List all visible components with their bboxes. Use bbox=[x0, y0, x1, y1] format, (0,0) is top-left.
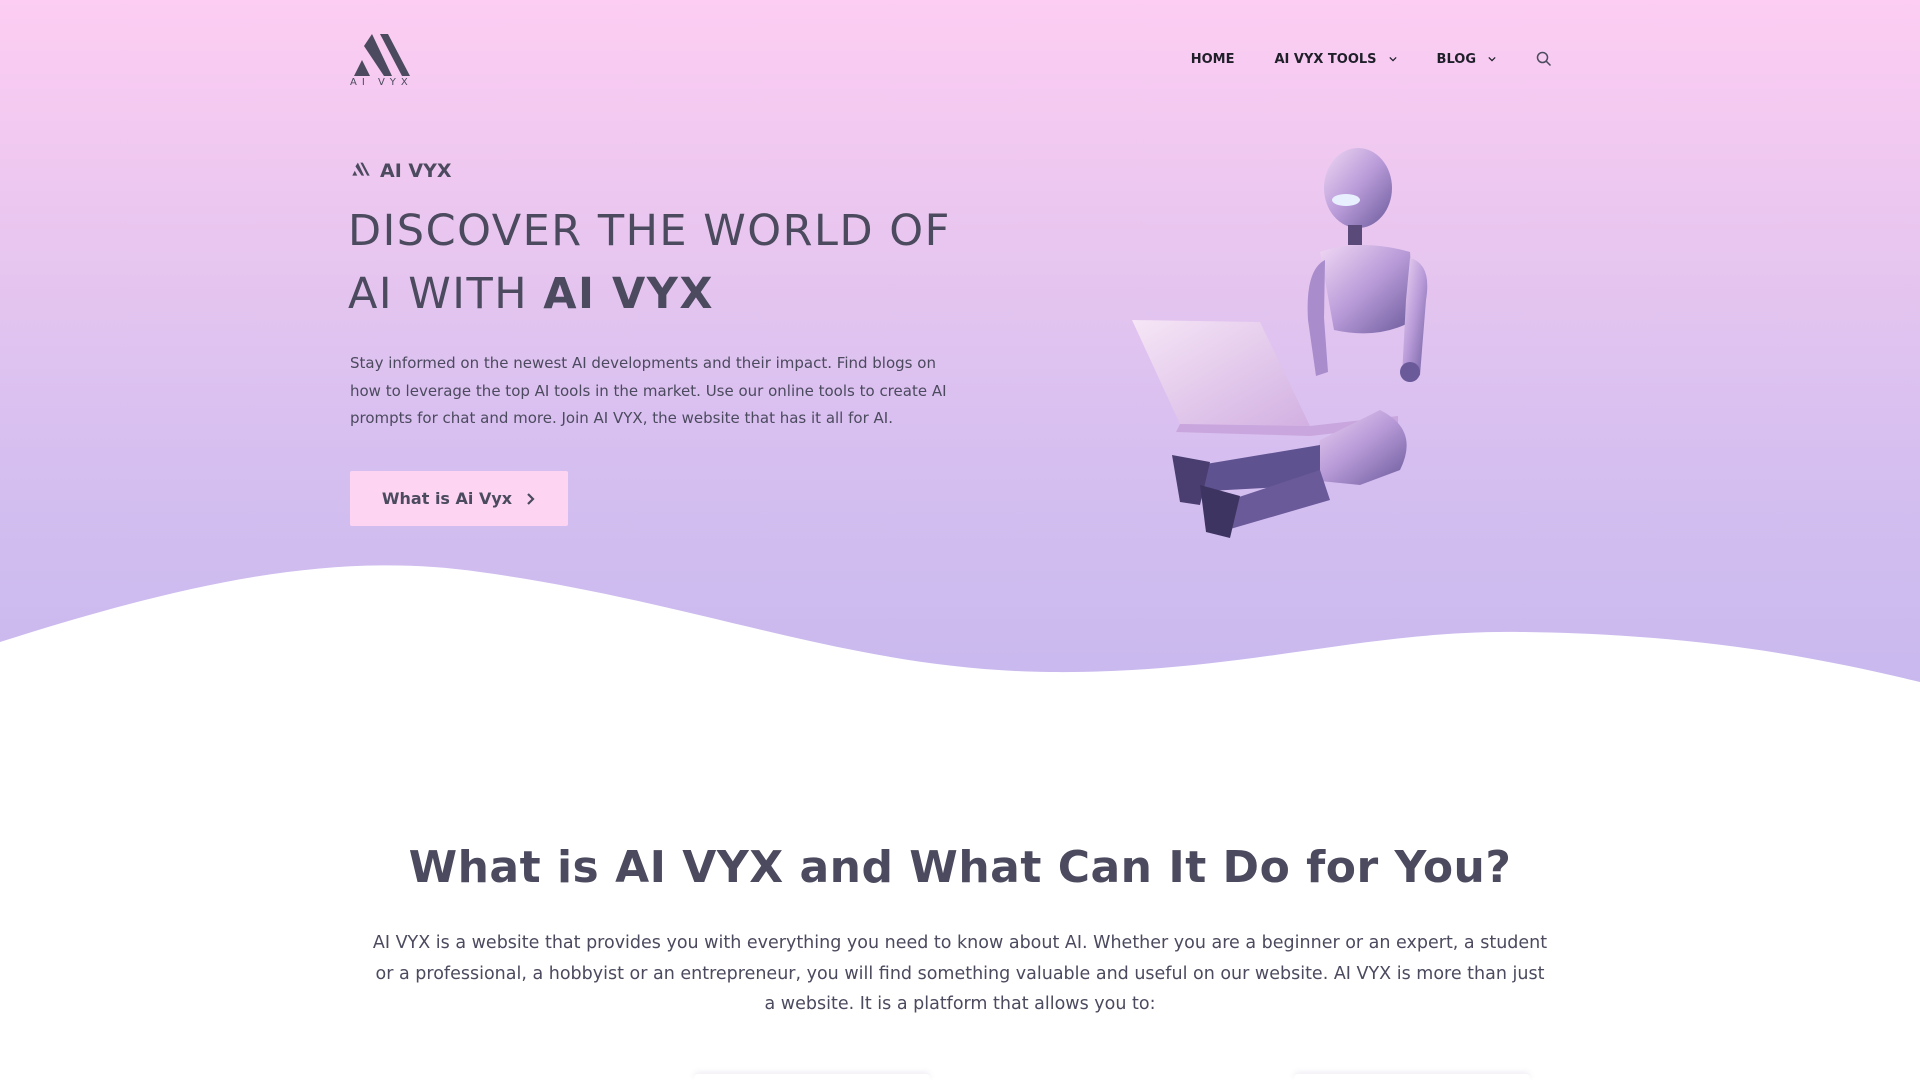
hero-wave-divider bbox=[0, 565, 1920, 700]
nav-blog-label: BLOG bbox=[1436, 51, 1476, 67]
nav-blog[interactable]: BLOG bbox=[1437, 48, 1496, 70]
chevron-right-icon bbox=[527, 492, 535, 505]
feature-card-edge bbox=[694, 1074, 930, 1080]
nav-ai-vyx-tools[interactable]: AI VYX TOOLS bbox=[1274, 48, 1397, 70]
search-icon[interactable] bbox=[1536, 51, 1552, 67]
nav-home-label: HOME bbox=[1190, 51, 1235, 67]
cta-label: What is Ai Vyx bbox=[381, 489, 513, 508]
hero-title-line2-prefix: AI WITH bbox=[348, 269, 544, 319]
hero-title-line2-bold: AI VYX bbox=[543, 269, 715, 319]
chevron-down-icon bbox=[1488, 56, 1496, 62]
hero-section: AI VYX HOME AI VYX TOOLS BLOG AI VYX DIS… bbox=[0, 0, 1920, 700]
hero-brand: AI VYX bbox=[350, 160, 452, 182]
what-is-ai-vyx-button[interactable]: What is Ai Vyx bbox=[350, 471, 568, 526]
feature-card-edge bbox=[1294, 1074, 1530, 1080]
about-title: What is AI VYX and What Can It Do for Yo… bbox=[408, 842, 1512, 893]
about-description: AI VYX is a website that provides you wi… bbox=[372, 933, 1548, 1014]
hero-description: Stay informed on the newest AI developme… bbox=[350, 354, 947, 427]
main-nav: HOME AI VYX TOOLS BLOG bbox=[1151, 48, 1552, 70]
chevron-down-icon bbox=[1388, 56, 1397, 62]
nav-tools-label: AI VYX TOOLS bbox=[1274, 51, 1377, 67]
hero-brand-name: AI VYX bbox=[380, 160, 452, 182]
nav-home[interactable]: HOME bbox=[1191, 48, 1235, 70]
robot-illustration bbox=[1132, 148, 1428, 538]
hero-title: DISCOVER THE WORLD OF AI WITH AI VYX bbox=[348, 200, 988, 326]
hero-title-line1: DISCOVER THE WORLD OF bbox=[348, 206, 951, 256]
brand-logo-icon bbox=[352, 162, 370, 176]
logo-text: AI VYX bbox=[350, 77, 413, 88]
